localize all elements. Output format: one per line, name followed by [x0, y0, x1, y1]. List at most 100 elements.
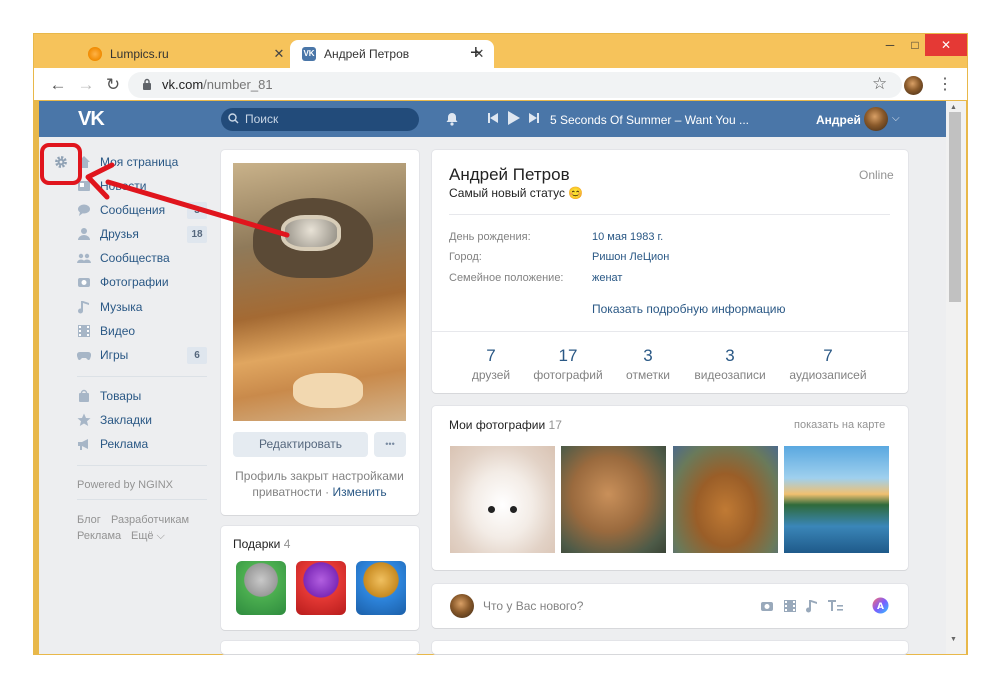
footer-link-ads[interactable]: Реклама — [77, 530, 121, 542]
stat-videos[interactable]: 3 видеозаписи — [680, 346, 780, 382]
sidebar-item-groups[interactable]: Сообщества — [77, 247, 207, 269]
bag-icon — [79, 389, 89, 402]
camera-icon[interactable] — [760, 599, 774, 613]
header-user-name[interactable]: Андрей — [816, 113, 861, 127]
sidebar-item-bookmarks[interactable]: Закладки — [77, 409, 207, 431]
sidebar-item-label: Сообщества — [100, 251, 170, 265]
sidebar-item-friends[interactable]: Друзья 18 — [77, 223, 207, 245]
lock-icon[interactable] — [142, 78, 152, 90]
relationship-label: Семейное положение: — [449, 272, 564, 284]
star-icon — [77, 413, 91, 426]
close-window-button[interactable]: ✕ — [925, 34, 967, 56]
stat-label: видеозаписи — [694, 368, 766, 382]
sidebar-item-label: Игры — [100, 348, 129, 362]
new-tab-button[interactable]: + — [470, 42, 482, 65]
footer-link-more[interactable]: Ещё ⌵ — [131, 530, 165, 543]
composer-avatar — [450, 594, 474, 618]
scroll-down-icon[interactable]: ▼ — [950, 636, 957, 643]
birthday-value[interactable]: 10 мая 1983 г. — [592, 231, 663, 243]
gift-item[interactable] — [356, 561, 406, 615]
search-input[interactable]: Поиск — [221, 108, 419, 131]
text-format-icon[interactable] — [827, 599, 843, 613]
sidebar-item-games[interactable]: Игры 6 — [77, 344, 207, 366]
chevron-down-icon[interactable]: ⌵ — [892, 113, 900, 124]
back-icon[interactable]: ← — [48, 75, 68, 95]
info-divider — [432, 331, 908, 332]
photo-thumbnail-dog[interactable] — [673, 446, 778, 553]
bookmark-star-icon[interactable]: ☆ — [872, 74, 887, 94]
url-host: vk.com — [162, 77, 204, 92]
show-more-info-link[interactable]: Показать подробную информацию — [592, 302, 786, 316]
camera-icon — [78, 278, 90, 287]
vk-logo[interactable]: VK — [78, 108, 105, 131]
sidebar-item-label: Закладки — [100, 413, 152, 427]
next-track-icon[interactable] — [528, 112, 540, 124]
my-photos-count: 17 — [548, 418, 562, 432]
my-photos-title[interactable]: Мои фотографии 17 — [449, 418, 562, 432]
header-avatar[interactable] — [864, 107, 888, 131]
footer-link-developers[interactable]: Разработчикам — [111, 514, 189, 526]
sidebar-item-ads[interactable]: Реклама — [77, 433, 207, 455]
profile-name: Андрей Петров — [449, 165, 570, 184]
previous-track-icon[interactable] — [487, 112, 499, 124]
friends-count-badge: 18 — [187, 226, 207, 243]
forward-icon[interactable]: → — [76, 75, 96, 95]
poster-icon[interactable]: A — [872, 597, 889, 614]
stat-number: 3 — [725, 346, 735, 365]
tab-title: Андрей Петров — [324, 47, 410, 61]
bell-icon[interactable] — [445, 112, 459, 126]
paws-shape — [293, 373, 363, 408]
friends-icon — [78, 228, 90, 240]
gifts-title[interactable]: Подарки 4 — [233, 537, 290, 551]
sidebar-item-video[interactable]: Видео — [77, 320, 207, 342]
privacy-change-link[interactable]: Изменить — [333, 485, 387, 499]
show-on-map-link[interactable]: показать на карте — [794, 419, 885, 431]
now-playing-track[interactable]: 5 Seconds Of Summer – Want You ... — [550, 113, 749, 127]
sidebar-item-news[interactable]: Новости — [77, 175, 207, 197]
tab-strip: Lumpics.ru ✕ VK Андрей Петров ✕ — [34, 34, 967, 68]
sidebar-item-label: Сообщения — [100, 203, 166, 217]
fox-eye-shape — [488, 506, 495, 513]
footer-link-blog[interactable]: Блог — [77, 514, 101, 526]
video-icon[interactable] — [783, 599, 797, 613]
music-icon — [78, 301, 89, 314]
profile-status[interactable]: Самый новый статус 😊 — [449, 186, 583, 200]
profile-photo[interactable] — [233, 163, 406, 421]
gift-item[interactable] — [236, 561, 286, 615]
photo-thumbnail-fox[interactable] — [450, 446, 555, 553]
gift-item[interactable] — [296, 561, 346, 615]
stat-audios[interactable]: 7 аудиозаписей — [778, 346, 878, 382]
scroll-up-icon[interactable]: ▲ — [950, 104, 957, 111]
more-actions-button[interactable]: ••• — [374, 432, 406, 457]
gifts-title-text: Подарки — [233, 537, 281, 551]
address-bar[interactable]: vk.com/number_81 — [128, 72, 902, 98]
sidebar-item-my-page[interactable]: Моя страница — [77, 151, 207, 173]
scrollbar-thumb[interactable] — [949, 112, 961, 302]
composer-input[interactable]: Что у Вас нового? — [483, 599, 583, 613]
reload-icon[interactable]: ↻ — [103, 75, 123, 95]
play-icon[interactable] — [506, 111, 520, 125]
sidebar-item-music[interactable]: Музыка — [77, 296, 207, 318]
tab-lumpics[interactable]: Lumpics.ru ✕ — [76, 40, 294, 68]
photo-thumbnail-cub[interactable] — [561, 446, 666, 553]
goggles-shape — [281, 215, 341, 251]
my-photos-title-text: Мои фотографии — [449, 418, 546, 432]
sidebar-divider — [77, 376, 207, 377]
relationship-value[interactable]: женат — [592, 272, 622, 284]
close-tab-icon[interactable]: ✕ — [270, 46, 288, 62]
search-icon — [228, 113, 239, 124]
gamepad-icon — [77, 351, 91, 360]
music-icon[interactable] — [805, 599, 819, 613]
sidebar-item-messages[interactable]: Сообщения 3 — [77, 199, 207, 221]
profile-avatar[interactable] — [904, 76, 923, 95]
vk-favicon-icon: VK — [302, 47, 316, 61]
city-value[interactable]: Ришон ЛеЦион — [592, 251, 669, 263]
sidebar-item-goods[interactable]: Товары — [77, 385, 207, 407]
edit-profile-button[interactable]: Редактировать — [233, 432, 368, 457]
photo-thumbnail-landscape[interactable] — [784, 446, 889, 553]
gear-highlight-frame — [40, 143, 82, 185]
menu-dots-icon[interactable]: ⋮ — [937, 74, 953, 94]
tab-vk-profile[interactable]: VK Андрей Петров ✕ — [290, 40, 494, 68]
info-divider — [449, 214, 890, 215]
sidebar-item-photos[interactable]: Фотографии — [77, 271, 207, 293]
